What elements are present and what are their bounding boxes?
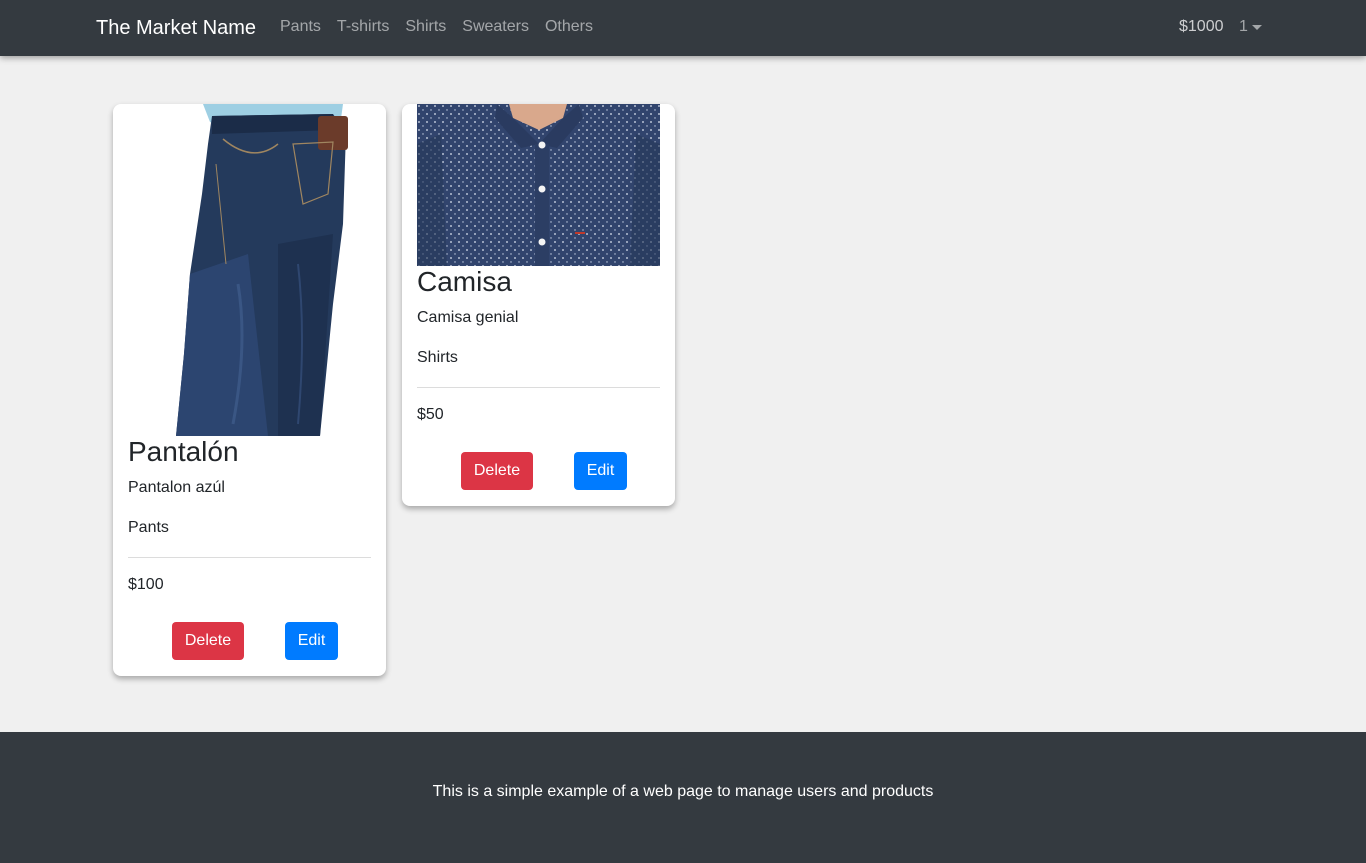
product-price: $100: [128, 576, 164, 593]
nav-link-tshirts[interactable]: T-shirts: [337, 17, 389, 37]
user-dropdown[interactable]: 1: [1239, 17, 1262, 37]
product-category: Shirts: [417, 349, 458, 366]
shirt-image: [417, 104, 660, 266]
navbar: The Market Name Pants T-shirts Shirts Sw…: [0, 0, 1366, 56]
nav-links: Pants T-shirts Shirts Sweaters Others: [280, 17, 593, 37]
nav-link-others[interactable]: Others: [545, 17, 593, 37]
edit-button[interactable]: Edit: [574, 452, 627, 490]
jeans-image: [128, 104, 371, 436]
balance-display: $1000: [1179, 18, 1224, 35]
product-description: Pantalon azúl: [128, 479, 225, 496]
delete-button[interactable]: Delete: [461, 452, 533, 490]
caret-down-icon: [1251, 24, 1262, 30]
product-card-pants: Pantalón Pantalon azúl Pants $100 Delete…: [113, 104, 386, 676]
edit-button[interactable]: Edit: [285, 622, 338, 660]
product-description: Camisa genial: [417, 309, 519, 326]
nav-link-shirts[interactable]: Shirts: [405, 17, 446, 37]
footer: This is a simple example of a web page t…: [0, 732, 1366, 863]
divider: [417, 387, 660, 388]
delete-button[interactable]: Delete: [172, 622, 244, 660]
product-category: Pants: [128, 519, 169, 536]
product-price: $50: [417, 406, 444, 423]
brand-link[interactable]: The Market Name: [96, 15, 256, 41]
nav-link-pants[interactable]: Pants: [280, 17, 321, 37]
product-card-shirt: Camisa Camisa genial Shirts $50 Delete E…: [402, 104, 675, 506]
product-title: Pantalón: [128, 436, 239, 467]
divider: [128, 557, 371, 558]
nav-link-sweaters[interactable]: Sweaters: [462, 17, 529, 37]
user-dropdown-label: 1: [1239, 18, 1248, 35]
footer-text: This is a simple example of a web page t…: [432, 783, 934, 800]
product-title: Camisa: [417, 266, 512, 297]
